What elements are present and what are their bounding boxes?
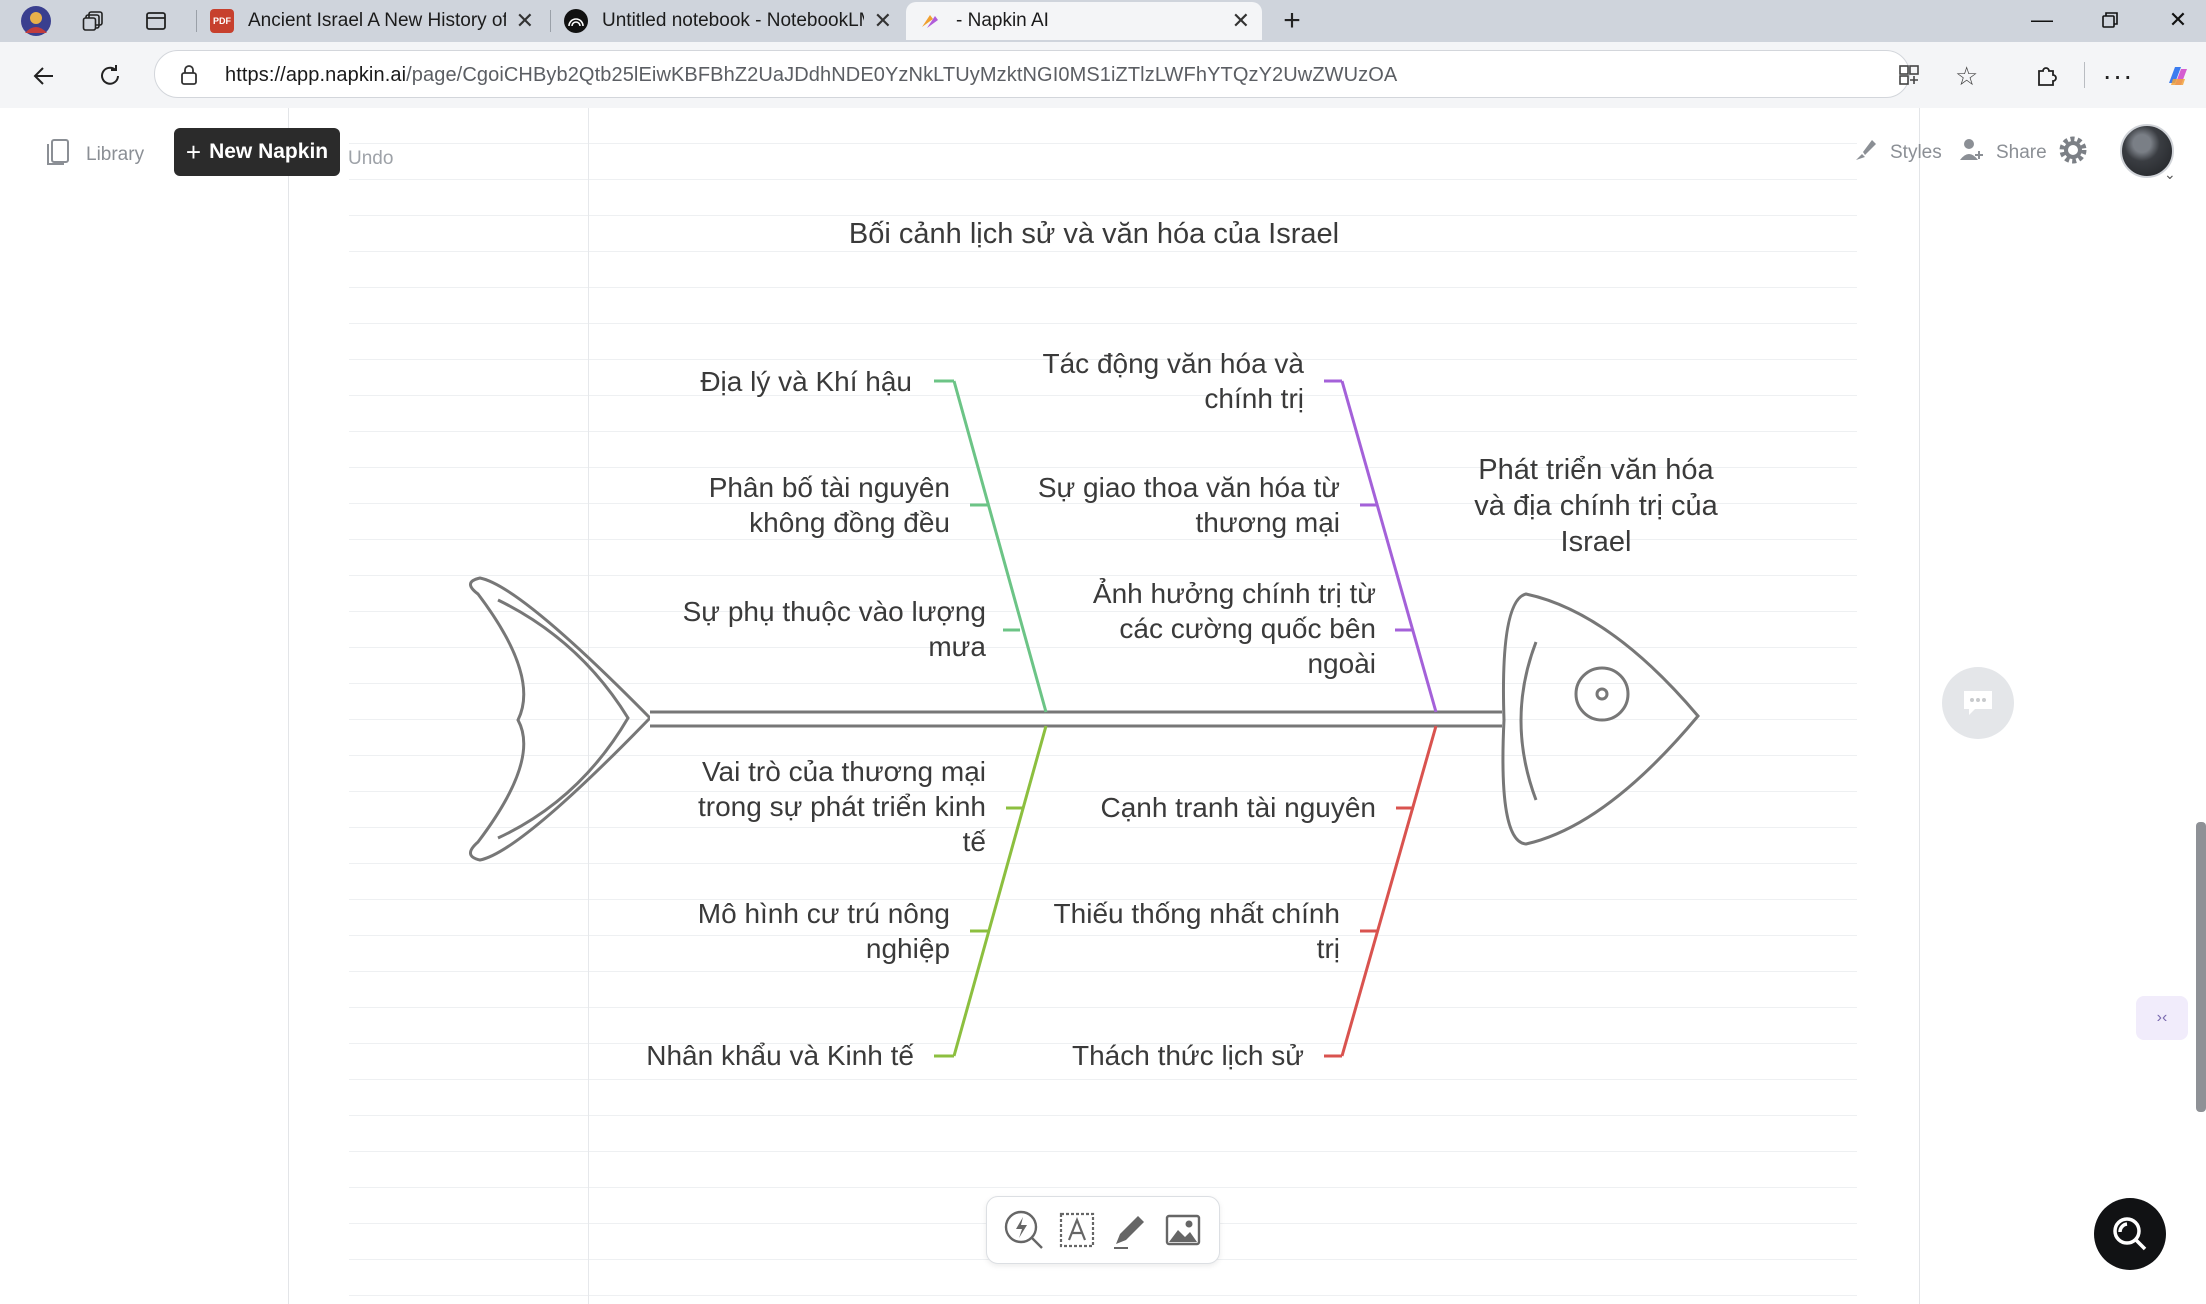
tab-title: Ancient Israel A New History of Is	[248, 10, 506, 31]
chevron-down-icon[interactable]: ⌄	[2164, 166, 2176, 183]
toolbar-divider	[2084, 62, 2085, 88]
close-tab-icon[interactable]: ✕	[516, 8, 534, 34]
undo-label: Undo	[348, 148, 394, 169]
new-tab-icon[interactable]: +	[1272, 4, 1312, 38]
url-host: https://app.napkin.ai	[225, 64, 407, 86]
share-label: Share	[1996, 142, 2047, 163]
styles-label: Styles	[1890, 142, 1942, 163]
undo-button[interactable]: Undo	[348, 148, 393, 170]
napkin-canvas[interactable]	[288, 108, 1920, 1304]
app-available-icon[interactable]	[1897, 63, 1921, 92]
brush-icon	[1852, 136, 1880, 170]
diagram-title[interactable]: Bối cảnh lịch sử và văn hóa của Israel	[700, 218, 1488, 251]
url-text: https://app.napkin.ai/page/CgoiCHByb2Qtb…	[225, 64, 1397, 87]
cause-label[interactable]: Mô hình cư trú nông nghiệp	[698, 896, 950, 966]
library-label: Library	[86, 144, 145, 165]
page-margin-line	[588, 108, 589, 1304]
cause-label[interactable]: Ảnh hưởng chính trị từ các cường quốc bê…	[1093, 576, 1376, 681]
library-button[interactable]: Library	[44, 136, 144, 174]
profile-icon[interactable]	[16, 4, 56, 38]
cause-label[interactable]: Sự giao thoa văn hóa từ thương mại	[1038, 470, 1340, 540]
cause-label[interactable]: Thiếu thống nhất chính trị	[1054, 896, 1340, 966]
share-button[interactable]: Share	[1958, 136, 2047, 170]
cause-label[interactable]: Vai trò của thương mại trong sự phát tri…	[698, 754, 986, 859]
more-options-icon[interactable]: ···	[2098, 56, 2138, 96]
close-window-icon[interactable]: ✕	[2146, 0, 2206, 40]
close-tab-icon[interactable]: ✕	[1232, 8, 1250, 34]
restore-icon[interactable]	[2078, 0, 2142, 40]
tab-napkin-ai[interactable]: - Napkin AI ✕	[906, 2, 1262, 40]
extensions-icon[interactable]	[2026, 56, 2066, 96]
tab-separator	[196, 10, 197, 32]
generate-visual-icon[interactable]	[1001, 1207, 1047, 1253]
scrollbar[interactable]	[2196, 822, 2206, 1112]
url-input[interactable]: https://app.napkin.ai/page/CgoiCHByb2Qtb…	[154, 50, 1978, 98]
comment-icon[interactable]	[1942, 667, 2014, 739]
napkin-icon	[918, 9, 942, 33]
pen-icon[interactable]	[1107, 1207, 1153, 1253]
add-person-icon	[1958, 136, 1986, 170]
fishbone-effect-label[interactable]: Phát triển văn hóa và địa chính trị của …	[1440, 452, 1752, 560]
close-tab-icon[interactable]: ✕	[874, 8, 892, 34]
cause-label[interactable]: Phân bố tài nguyên không đồng đều	[709, 470, 950, 540]
cause-label[interactable]: Sự phụ thuộc vào lượng mưa	[683, 594, 986, 664]
collapse-panel-icon[interactable]: ›‹	[2136, 996, 2188, 1040]
branch-label-geography[interactable]: Địa lý và Khí hậu	[700, 364, 912, 399]
branch-label-culture-politics[interactable]: Tác động văn hóa và chính trị	[1042, 346, 1304, 416]
favorite-star-icon[interactable]: ☆	[1955, 61, 1978, 92]
tab-separator	[550, 10, 551, 32]
browser-tab-strip: PDF Ancient Israel A New History of Is ✕…	[0, 0, 2206, 42]
search-icon[interactable]	[2094, 1198, 2166, 1270]
branch-label-demography-economy[interactable]: Nhân khẩu và Kinh tế	[646, 1038, 914, 1073]
styles-button[interactable]: Styles	[1852, 136, 1942, 170]
url-path: /page/CgoiCHByb2Qtb25lEiwKBFBhZ2UaJDdhND…	[406, 64, 1398, 86]
insert-toolbar	[986, 1196, 1220, 1264]
minimize-icon[interactable]: —	[2010, 0, 2074, 40]
pdf-icon: PDF	[210, 9, 234, 33]
branch-label-historical-challenges[interactable]: Thách thức lịch sử	[1072, 1038, 1304, 1073]
tab-title: - Napkin AI	[956, 10, 1049, 31]
back-icon[interactable]	[24, 56, 64, 96]
new-napkin-label: New Napkin	[209, 140, 329, 163]
library-icon	[44, 136, 72, 174]
notebooklm-icon	[564, 9, 588, 33]
reload-icon[interactable]	[90, 56, 130, 96]
tab-notebooklm[interactable]: Untitled notebook - NotebookLM ✕	[552, 2, 904, 40]
image-icon[interactable]	[1160, 1207, 1206, 1253]
plus-icon: +	[185, 136, 202, 167]
workspaces-icon[interactable]	[74, 4, 114, 38]
new-napkin-button[interactable]: + New Napkin	[174, 128, 340, 176]
lock-icon[interactable]	[179, 63, 199, 92]
tab-ancient-israel[interactable]: PDF Ancient Israel A New History of Is ✕	[198, 2, 546, 40]
text-box-icon[interactable]	[1054, 1207, 1100, 1253]
tab-actions-icon[interactable]	[136, 4, 176, 38]
copilot-icon[interactable]	[2158, 56, 2198, 96]
address-bar: https://app.napkin.ai/page/CgoiCHByb2Qtb…	[0, 42, 2206, 108]
cause-label[interactable]: Cạnh tranh tài nguyên	[1100, 790, 1376, 825]
settings-gear-icon[interactable]	[2058, 135, 2088, 165]
tab-title: Untitled notebook - NotebookLM	[602, 10, 864, 31]
